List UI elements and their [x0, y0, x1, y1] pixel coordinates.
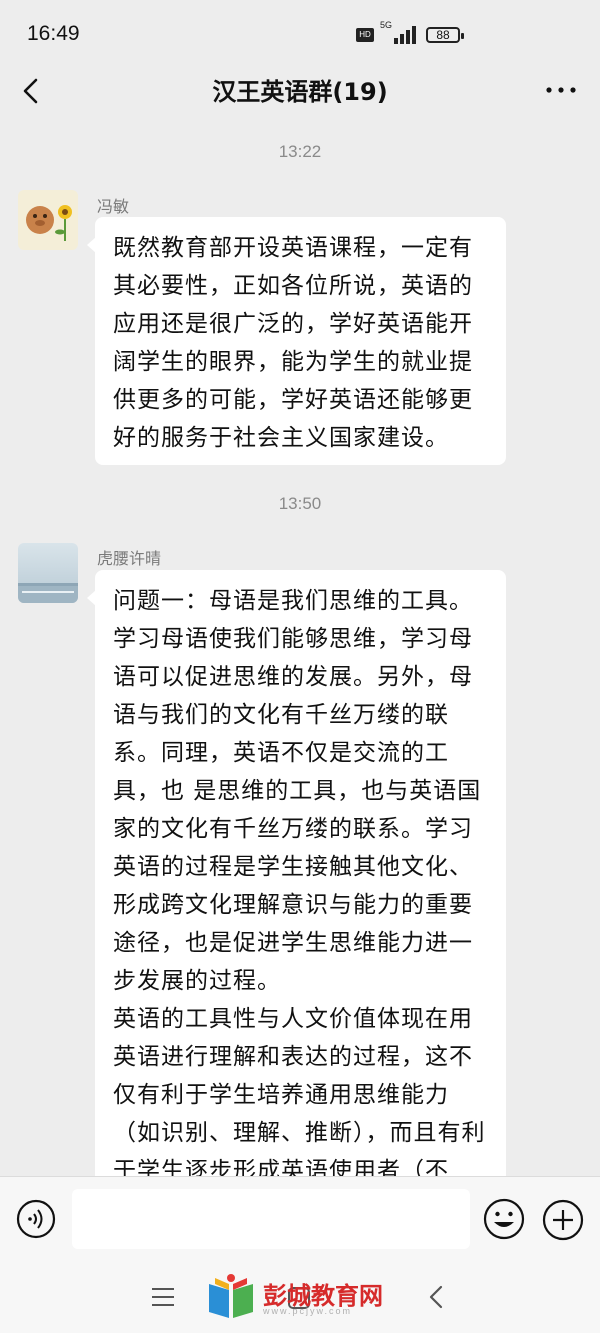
sender-name: 冯敏 [97, 197, 130, 216]
battery-icon: 88 [426, 27, 464, 43]
message-input[interactable] [72, 1189, 470, 1249]
menu-icon[interactable] [150, 1286, 176, 1308]
status-time: 16:49 [27, 22, 80, 45]
watermark-logo-icon [209, 1274, 253, 1318]
nav-back-icon[interactable] [426, 1284, 448, 1310]
avatar[interactable] [18, 190, 78, 250]
message-timestamp: 13:50 [278, 494, 322, 513]
avatar[interactable] [18, 543, 78, 603]
message-timestamp: 13:22 [278, 142, 322, 161]
avatar-image [18, 543, 78, 603]
title-bar: 汉王英语群(19) [0, 62, 600, 122]
network-label: 5G [380, 20, 393, 30]
avatar-image [18, 190, 78, 250]
input-bar [0, 1176, 600, 1265]
message-bubble[interactable]: 问题一：母语是我们思维的工具。学习母语使我们能够思维，学习母语可以促进思维的发展… [87, 570, 506, 1210]
sender-name: 虎腰许晴 [97, 549, 162, 568]
signal-icon [394, 26, 416, 44]
emoji-icon[interactable] [482, 1197, 526, 1241]
watermark-url: www.pcjyw.com [263, 1306, 353, 1316]
more-icon[interactable] [544, 80, 578, 100]
status-bar: 16:49 HD 5G 88 [0, 0, 600, 70]
watermark: 彭城教育网 www.pcjyw.com [205, 1272, 405, 1322]
chat-title: 汉王英语群(19) [212, 78, 388, 106]
message-bubble[interactable]: 既然教育部开设英语课程，一定有其必要性，正如各位所说，英语的应用还是很广泛的，学… [87, 217, 506, 465]
hd-badge: HD [356, 28, 374, 42]
voice-icon[interactable] [16, 1199, 56, 1239]
system-nav-bar: 彭城教育网 www.pcjyw.com [0, 1264, 600, 1333]
plus-icon[interactable] [542, 1199, 584, 1241]
